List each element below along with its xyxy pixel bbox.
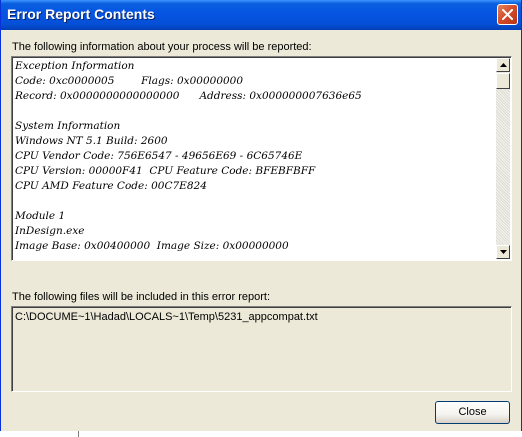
files-list-box[interactable]: C:\DOCUME~1\Hadad\LOCALS~1\Temp\5231_app… — [11, 306, 512, 392]
files-label: The following files will be included in … — [12, 291, 271, 303]
report-line: CPU Vendor Code: 756E6547 - 49656E69 - 6… — [15, 150, 303, 162]
title-close-button[interactable] — [497, 4, 518, 25]
report-line: Module 1 — [15, 210, 66, 222]
title-bar[interactable]: Error Report Contents — [1, 0, 521, 30]
scroll-down-arrow-icon — [500, 250, 507, 254]
background-divider — [78, 431, 79, 437]
report-line: CPU AMD Feature Code: 00C7E824 — [15, 180, 207, 192]
report-line: Exception Information — [15, 60, 135, 72]
report-text-area[interactable]: Exception Information Code: 0xc0000005 Fl… — [11, 56, 512, 261]
scroll-up-arrow-icon — [500, 63, 507, 67]
window-title: Error Report Contents — [7, 6, 155, 22]
file-item: C:\DOCUME~1\Hadad\LOCALS~1\Temp\5231_app… — [15, 311, 318, 323]
error-report-dialog: Error Report Contents The following info… — [0, 0, 522, 437]
report-line: CPU Version: 00000F41 CPU Feature Code: … — [15, 165, 316, 177]
report-line — [15, 194, 493, 209]
report-line: Code: 0xc0000005 Flags: 0x00000000 — [15, 75, 244, 87]
scroll-up-button[interactable] — [496, 58, 510, 72]
report-line: System Information — [15, 120, 121, 132]
report-line — [15, 104, 493, 119]
close-button[interactable]: Close — [435, 401, 510, 424]
scroll-down-button[interactable] — [496, 245, 510, 259]
close-x-icon — [502, 9, 513, 20]
report-line: Windows NT 5.1 Build: 2600 — [15, 135, 168, 147]
report-line: InDesign.exe — [15, 225, 85, 237]
report-text: Exception Information Code: 0xc0000005 Fl… — [15, 59, 493, 254]
report-label: The following information about your pro… — [12, 41, 312, 53]
scroll-thumb[interactable] — [496, 73, 510, 89]
report-line: Image Base: 0x00400000 Image Size: 0x000… — [15, 240, 289, 252]
report-scrollbar[interactable] — [496, 58, 510, 259]
report-line: Record: 0x0000000000000000 Address: 0x00… — [15, 90, 362, 102]
